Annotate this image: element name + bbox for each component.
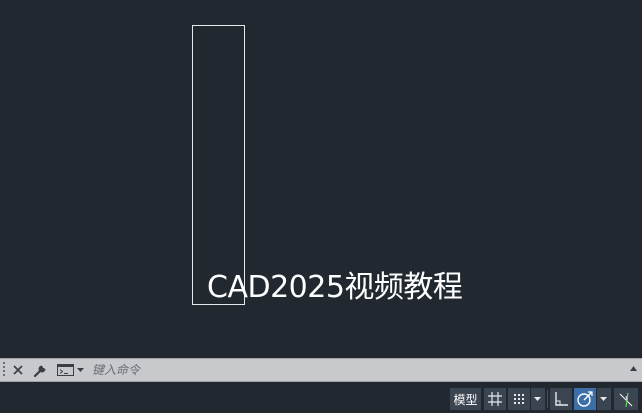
status-bar: 模型	[0, 382, 642, 413]
chevron-down-icon	[77, 368, 84, 372]
drawing-canvas[interactable]: CAD2025视频教程	[0, 0, 642, 358]
snap-toggle[interactable]	[508, 388, 530, 410]
model-tab[interactable]: 模型	[450, 388, 481, 410]
customize-button[interactable]	[31, 359, 51, 381]
grid-toggle[interactable]	[484, 388, 506, 410]
chevron-down-icon	[600, 397, 607, 401]
recent-commands-button[interactable]	[56, 359, 86, 381]
grid-icon	[488, 392, 502, 406]
separator	[547, 390, 548, 408]
watermark-text: CAD2025视频教程	[207, 270, 463, 305]
command-line-bar	[0, 358, 642, 382]
polar-icon	[577, 391, 593, 407]
polar-tracking-toggle[interactable]	[574, 388, 596, 410]
polar-mode-dropdown[interactable]	[597, 388, 611, 410]
drag-grip-handle[interactable]	[2, 362, 6, 379]
isodraft-icon	[619, 392, 633, 408]
command-prompt-icon	[57, 364, 74, 376]
chevron-down-icon	[534, 397, 541, 401]
ortho-icon	[555, 392, 568, 406]
close-icon	[13, 365, 23, 375]
close-command-line-button[interactable]	[9, 359, 27, 381]
wrench-icon	[33, 365, 46, 378]
command-input[interactable]	[88, 360, 626, 380]
snap-icon	[514, 394, 524, 404]
isodraft-toggle[interactable]	[614, 388, 638, 410]
chevron-up-icon[interactable]	[630, 364, 638, 374]
ortho-toggle[interactable]	[550, 388, 572, 410]
snap-mode-dropdown[interactable]	[531, 388, 545, 410]
